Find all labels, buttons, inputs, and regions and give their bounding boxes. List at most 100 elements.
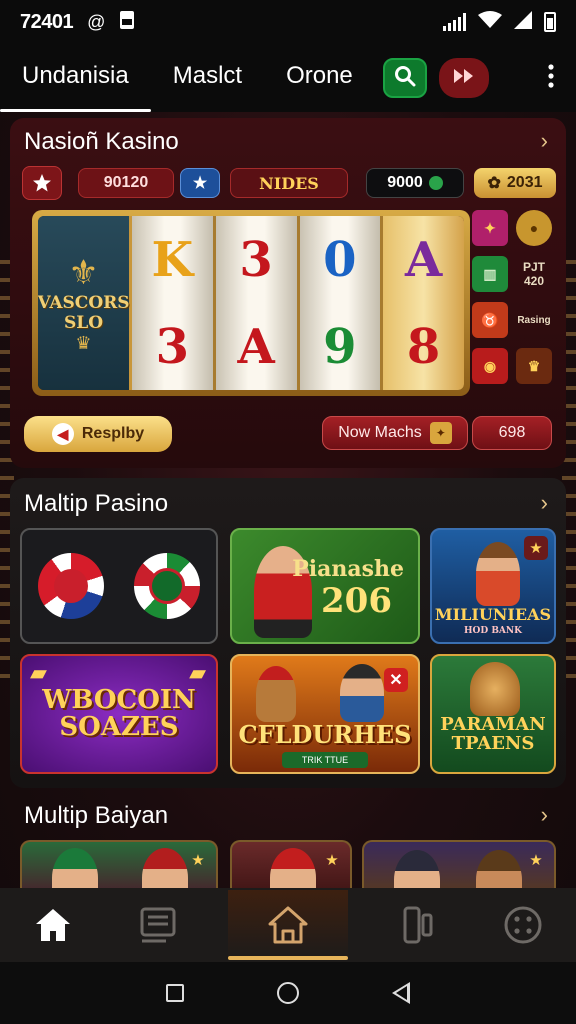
signal-icon [443, 13, 466, 31]
replay-label: Resplby [81, 425, 145, 442]
gold-bar-icon: ▰ [30, 660, 47, 685]
roulette-icon [134, 553, 200, 619]
house-outline-icon[interactable] [227, 890, 348, 960]
globe-icon [428, 176, 443, 190]
star-badge-icon: ★ [529, 852, 543, 869]
reel-1: K 3 [132, 216, 216, 390]
game-tile-wbocoin[interactable]: ▰ ▰ WBOCOIN SOAZES [20, 654, 218, 774]
side-stat-value: 420 [523, 274, 545, 288]
star-icon[interactable] [22, 166, 62, 200]
grid-dots-icon[interactable] [488, 890, 558, 960]
gems-badge: ✿ 2031 [474, 168, 556, 198]
now-machs-label: Now Machs [338, 424, 422, 441]
gold-coin-icon[interactable]: ◉ [472, 348, 508, 384]
slot-logo-text: VASCORS SLO [38, 292, 130, 333]
search-icon [394, 65, 416, 92]
lion-figure [256, 666, 296, 722]
nides-badge: NIDES [230, 168, 348, 198]
system-navigation [0, 962, 576, 1024]
reel-symbol: 3 [239, 231, 273, 288]
replay-icon: ◀ [51, 423, 74, 445]
now-machs-button[interactable]: Now Machs ✦ [322, 416, 468, 450]
ornament-icon: ♛ [75, 332, 92, 353]
status-time: 72401 [20, 10, 74, 33]
side-bonus-icons: ✦ ● ▥ PJT 420 ♉ Rasing ◉ ♛ [472, 210, 552, 394]
bull-icon[interactable]: ♉ [472, 302, 508, 338]
recents-icon[interactable] [166, 984, 185, 1002]
home-icon[interactable] [18, 890, 88, 960]
tab-orone[interactable]: Orone [264, 44, 375, 112]
game-tile-pianashe[interactable]: Pianashe 206 [230, 528, 420, 644]
rasing-tag: Rasing [517, 314, 551, 326]
game-tile-paraman[interactable]: PARAMAN TPAENS [430, 654, 556, 774]
balance-badge: 90120 [78, 168, 174, 198]
reel-4: A 8 [383, 216, 464, 390]
close-icon[interactable]: ✕ [384, 668, 408, 692]
back-icon[interactable] [391, 982, 410, 1004]
tile-subtitle: TPAENS [451, 732, 535, 754]
coins-value: 9000 [387, 174, 423, 191]
home-circle-icon[interactable] [276, 982, 299, 1004]
tile-subtitle: 206 [321, 581, 392, 621]
reel-symbol: 3 [155, 318, 190, 375]
search-button[interactable] [382, 58, 427, 98]
game-tile-cfldurhes[interactable]: ✕ CFLDURHES TRIK TTUE [230, 654, 420, 774]
slot-machine[interactable]: ⚜ VASCORS SLO ♛ K 3 3 A 0 9 A 8 [32, 210, 470, 396]
gold-bar-icon: ▰ [189, 660, 206, 685]
side-stat: PJT 420 [516, 256, 552, 292]
cowboy-figure [340, 664, 384, 722]
at-sign-icon: @ [87, 11, 106, 32]
top-navigation: Undanisia Maslct Orone [0, 44, 576, 112]
chevron-right-icon[interactable]: › [541, 490, 548, 516]
section-title: Maltip Pasino [24, 490, 169, 517]
nides-label: NIDES [259, 173, 319, 193]
reel-symbol: A [237, 318, 275, 375]
star-badge-icon: ★ [524, 536, 548, 560]
battery-icon [544, 12, 556, 32]
bonus-icon[interactable]: ✦ [472, 210, 508, 246]
coin-icon[interactable]: ● [516, 210, 552, 246]
more-vertical-icon[interactable] [548, 63, 554, 93]
poker-chip-icon [38, 553, 104, 619]
character-figure [476, 542, 520, 606]
status-bar: 72401 @ [0, 0, 576, 44]
gems-value: 2031 [506, 174, 543, 191]
chevron-right-icon[interactable]: › [541, 128, 548, 154]
trash-bin-icon[interactable]: ▥ [472, 256, 508, 292]
tab-maslct[interactable]: Maslct [151, 44, 264, 112]
tab-undanisia[interactable]: Undanisia [0, 44, 151, 112]
counter-badge: 698 [472, 416, 552, 450]
bottom-navigation [0, 888, 576, 962]
replay-button[interactable]: ◀ Resplby [24, 416, 172, 452]
gems-icon: ✿ [487, 175, 501, 192]
fast-forward-button[interactable] [438, 58, 489, 98]
tile-title: Pianashe [292, 556, 404, 582]
reel-3: 0 9 [299, 216, 384, 390]
reel-symbol: 8 [406, 318, 441, 375]
tile-subtitle: SOAZES [59, 712, 179, 742]
device-icon[interactable] [383, 890, 453, 960]
coins-badge: 9000 [366, 168, 464, 198]
reel-symbol: K [151, 231, 194, 288]
list-icon[interactable] [123, 890, 193, 960]
multi-casino-section: Maltip Pasino › Pianashe 206 ★ MILIUNIEA… [10, 478, 566, 788]
tile-title: WBOCOIN [42, 684, 196, 715]
featured-slot-card[interactable]: Nasioñ Kasino › 90120 ★ NIDES 9000 ✿ 203… [10, 118, 566, 468]
section-title: Multip Baiyan [24, 802, 169, 829]
tile-subtitle: HOD BANK [464, 625, 522, 636]
lion-head-figure [470, 662, 520, 716]
game-tile-miliunieas[interactable]: ★ MILIUNIEAS HOD BANK [430, 528, 556, 644]
tile-title: MILIUNIEAS [434, 605, 552, 625]
crown-icon[interactable]: ♛ [516, 348, 552, 384]
star-badge-icon: ★ [325, 852, 339, 869]
wifi-icon [478, 10, 502, 34]
chevron-right-icon[interactable]: › [541, 802, 548, 828]
signal-strength-icon [514, 10, 532, 34]
fast-forward-icon [453, 67, 475, 90]
blue-star-icon: ★ [180, 168, 220, 198]
reel-2: 3 A [215, 216, 300, 390]
reel-symbol: 0 [323, 231, 357, 288]
gift-icon: ✦ [429, 422, 452, 444]
section-title: Nasioñ Kasino [24, 128, 179, 155]
game-tile-chips[interactable] [20, 528, 218, 644]
